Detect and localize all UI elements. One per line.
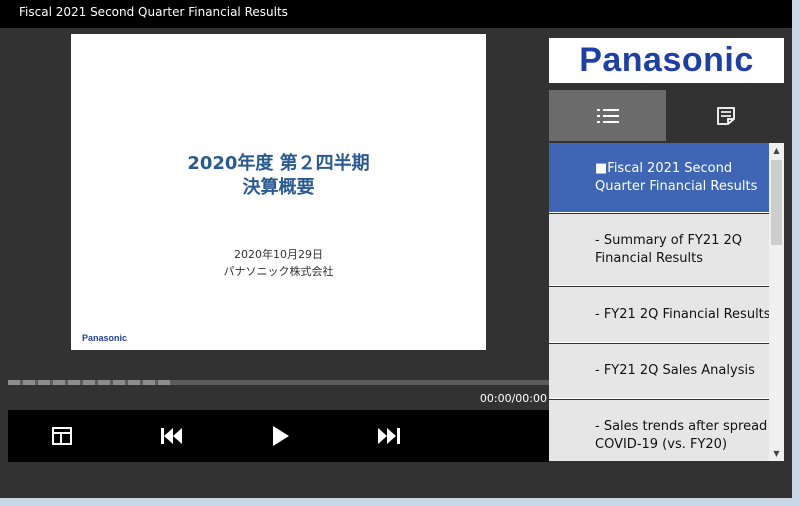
layout-button[interactable] [46,420,78,452]
slide-subtitle: 2020年10月29日 パナソニック株式会社 [71,246,486,280]
brand-logo-text: Panasonic [579,41,754,79]
scroll-up-icon[interactable]: ▲ [769,143,784,158]
chapter-line1: - FY21 2Q Financial Results [595,306,769,322]
chapter-item[interactable]: - FY21 2Q Financial Results [549,287,769,343]
chapter-line1: - Sales trends after spread [595,418,768,434]
title-bar: Fiscal 2021 Second Quarter Financial Res… [0,0,792,28]
notes-icon [716,106,735,125]
scroll-down-icon[interactable]: ▼ [769,446,784,461]
tab-chapter-list[interactable] [549,90,666,141]
play-icon [273,426,289,446]
previous-button[interactable] [156,420,188,452]
window-title: Fiscal 2021 Second Quarter Financial Res… [19,5,288,19]
brand-logo: Panasonic [549,38,784,83]
scroll-thumb[interactable] [771,160,782,245]
chapter-item[interactable]: - Sales trends after spread COVID-19 (vs… [549,400,769,461]
slide-company: パナソニック株式会社 [223,265,334,278]
progress-buffer [8,380,171,385]
slide-canvas: 2020年度 第２四半期 決算概要 2020年10月29日 パナソニック株式会社… [71,34,486,350]
slide-title-line1: 2020年度 第２四半期 [187,153,370,174]
chapter-item[interactable]: - Summary of FY21 2Q Financial Results [549,214,769,286]
chapter-line1: ■Fiscal 2021 Second [595,160,733,176]
previous-icon [161,428,182,444]
list-icon [596,108,619,123]
slide-title-line2: 決算概要 [242,177,315,198]
chapter-item[interactable]: - FY21 2Q Sales Analysis [549,344,769,399]
next-button[interactable] [373,420,405,452]
layout-icon [52,427,72,445]
slide-title: 2020年度 第２四半期 決算概要 [71,152,486,200]
chapter-line2: COVID-19 (vs. FY20) [595,436,728,452]
control-bar [8,410,549,462]
slide-logo: Panasonic [82,333,128,343]
time-display: 00:00/00:00 [479,392,547,405]
chapter-line2: Quarter Financial Results [595,178,758,194]
play-button[interactable] [265,420,297,452]
tab-notes[interactable] [667,90,784,141]
app-window: Fiscal 2021 Second Quarter Financial Res… [0,0,800,506]
next-icon [378,428,400,444]
chapter-line2: Financial Results [595,250,703,266]
chapter-scrollbar[interactable]: ▲ ▼ [769,143,784,461]
chapter-line1: - Summary of FY21 2Q [595,232,743,248]
slide-date: 2020年10月29日 [234,248,323,261]
chapter-list: ■Fiscal 2021 Second Quarter Financial Re… [549,143,769,461]
video-player: 2020年度 第２四半期 決算概要 2020年10月29日 パナソニック株式会社… [8,28,549,462]
chapter-line1: - FY21 2Q Sales Analysis [595,363,755,378]
progress-bar[interactable] [8,380,549,385]
chapter-item[interactable]: ■Fiscal 2021 Second Quarter Financial Re… [549,143,769,213]
